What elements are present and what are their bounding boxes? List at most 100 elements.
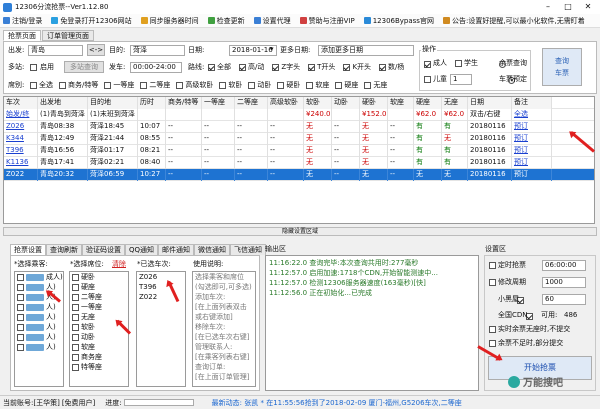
route-type-1[interactable]: 高/动	[239, 62, 264, 73]
no-seat-nosubmit-checkbox[interactable]	[489, 326, 496, 333]
passenger-item[interactable]: 人)	[15, 322, 63, 332]
settings-tab-2[interactable]: 验证码设置	[82, 244, 125, 255]
table-header[interactable]: 车次 出发地 目的地 历时 商务/特等 一等座 二等座 高级软卧 软卧 动卧 硬卧 软座 硬座 无座 日期备…	[4, 97, 594, 109]
settings-tab-3[interactable]: QQ通知	[125, 244, 159, 255]
depart-time-select[interactable]: 00:00-24:00	[130, 62, 182, 73]
settings-tab-6[interactable]: 飞信通知	[230, 244, 267, 255]
seat-type-checkbox[interactable]	[364, 81, 372, 89]
seat-choice-list[interactable]: 硬卧 硬座 二等座 一等座 无座 软卧 动卧 软座 商务座 特等座	[69, 271, 129, 387]
seat-type-checkbox[interactable]	[30, 81, 37, 89]
seat-type-10[interactable]: 无座	[364, 80, 387, 91]
seat-choice-item[interactable]: 硬卧	[70, 272, 128, 282]
passenger-item[interactable]: 人)	[15, 312, 63, 322]
route-type-checkbox[interactable]	[308, 63, 316, 71]
passenger-item[interactable]: 人)	[15, 332, 63, 342]
settings-tab-4[interactable]: 邮件通知	[158, 244, 195, 255]
settings-tab-1[interactable]: 查询刷新	[46, 244, 82, 255]
route-type-5[interactable]: 数/杨	[379, 62, 404, 73]
menu-item-2[interactable]: 同步服务器时间	[140, 16, 199, 26]
seat-choice-checkbox[interactable]	[72, 363, 79, 371]
menu-item-3[interactable]: 检查更新	[207, 16, 245, 26]
partial-submit-checkbox[interactable]	[489, 340, 496, 347]
seat-type-checkbox[interactable]	[335, 81, 343, 89]
table-row[interactable]: K1136 青岛17:41 菏泽02:21 08:40 -- -- -- -- 无 -- 无 -- 有有…	[4, 157, 594, 169]
selected-train-item[interactable]: T396	[137, 282, 185, 292]
route-type-checkbox[interactable]	[343, 63, 351, 71]
seat-type-checkbox[interactable]	[176, 81, 184, 89]
search-tickets-button[interactable]: 查询 车票	[542, 48, 582, 86]
seat-choice-checkbox[interactable]	[72, 343, 79, 351]
seat-type-checkbox[interactable]	[219, 81, 227, 89]
route-type-checkbox[interactable]	[208, 63, 215, 71]
adult-checkbox[interactable]	[424, 60, 431, 68]
seat-type-checkbox[interactable]	[104, 81, 112, 89]
settings-tab-0[interactable]: 抢票设置	[10, 244, 46, 255]
clear-seats-link[interactable]: 清除	[112, 259, 126, 270]
seat-choice-checkbox[interactable]	[72, 313, 79, 321]
menu-item-0[interactable]: 注销/登录	[3, 16, 42, 26]
minimize-button[interactable]: –	[538, 0, 558, 14]
menu-item-7[interactable]: 公告:设置好提醒,可以最小化软件,无需盯着	[442, 16, 585, 26]
timed-grab-checkbox[interactable]	[489, 262, 496, 269]
seat-type-checkbox[interactable]	[140, 81, 148, 89]
table-row[interactable]: T396 青岛16:56 菏泽01:17 08:21 -- -- -- -- 无 -- 无 -- 有有 2…	[4, 145, 594, 157]
passenger-checkbox[interactable]	[17, 343, 24, 351]
modify-cycle-input[interactable]: 1000	[542, 277, 586, 288]
to-station-input[interactable]: 菏泽	[130, 45, 185, 56]
seat-type-9[interactable]: 硬座	[335, 80, 358, 91]
child-count-select[interactable]: 1	[450, 74, 472, 85]
seat-type-checkbox[interactable]	[248, 81, 256, 89]
menu-item-4[interactable]: 设置代理	[253, 16, 291, 26]
seat-type-8[interactable]: 软座	[306, 80, 329, 91]
passenger-item[interactable]: 人)	[15, 302, 63, 312]
seat-choice-item[interactable]: 一等座	[70, 302, 128, 312]
passenger-checkbox[interactable]	[17, 273, 24, 281]
passenger-item[interactable]: 人)	[15, 342, 63, 352]
student-checkbox[interactable]	[455, 60, 462, 67]
seat-choice-item[interactable]: 商务座	[70, 352, 128, 362]
passenger-checkbox[interactable]	[17, 323, 24, 331]
route-type-checkbox[interactable]	[239, 63, 246, 71]
tab-order-management[interactable]: 订单管理页面	[42, 30, 94, 41]
seat-type-6[interactable]: 动卧	[248, 80, 271, 91]
multi-station-query-button[interactable]: 多站查询	[64, 61, 104, 73]
seat-choice-checkbox[interactable]	[72, 333, 79, 341]
route-type-0[interactable]: 全部	[208, 62, 231, 73]
table-row[interactable]: K344 青岛12:49 菏泽21:44 08:55 -- -- -- -- 无 -- 无 -- 有无 2…	[4, 133, 594, 145]
route-type-3[interactable]: T开头	[308, 62, 335, 73]
close-button[interactable]: ✕	[578, 0, 598, 14]
swap-stations-button[interactable]: <->	[87, 44, 105, 56]
seat-type-5[interactable]: 软卧	[219, 80, 242, 91]
tab-grab-tickets[interactable]: 抢票页面	[3, 30, 41, 41]
seat-choice-item[interactable]: 特等座	[70, 362, 128, 372]
seat-choice-checkbox[interactable]	[72, 353, 79, 361]
seat-choice-checkbox[interactable]	[72, 283, 79, 291]
passenger-checkbox[interactable]	[17, 333, 24, 341]
table-row[interactable]: Z026 青岛08:38 菏泽18:45 10:07 -- -- -- -- 无 -- 无 -- 有有 2…	[4, 121, 594, 133]
seat-choice-item[interactable]: 二等座	[70, 292, 128, 302]
seat-type-checkbox[interactable]	[306, 81, 314, 89]
maximize-button[interactable]: □	[558, 0, 578, 14]
seat-type-0[interactable]: 全选	[30, 80, 53, 91]
passenger-checkbox[interactable]	[17, 313, 24, 321]
route-type-4[interactable]: K开头	[343, 62, 371, 73]
calendar-dropdown-icon[interactable]: ▾	[270, 45, 274, 53]
table-row[interactable]: Z022 青岛20:32 菏泽06:59 10:27 -- -- -- -- 无 -- 无 -- 无无 2…	[4, 169, 594, 181]
add-more-dates-input[interactable]: 添加更多日期	[318, 45, 414, 56]
route-type-checkbox[interactable]	[379, 63, 387, 71]
seat-choice-item[interactable]: 软座	[70, 342, 128, 352]
seat-choice-checkbox[interactable]	[72, 303, 79, 311]
multi-station-checkbox[interactable]	[30, 64, 37, 71]
blackroom-input[interactable]: 60	[542, 294, 586, 305]
menu-item-1[interactable]: 免登录打开12306网站	[51, 16, 132, 26]
hide-settings-toggle[interactable]: 隐藏设置区域	[3, 227, 597, 236]
timed-grab-time-input[interactable]: 06:00:00	[542, 260, 586, 271]
seat-type-checkbox[interactable]	[59, 81, 66, 89]
passenger-item[interactable]: 人)	[15, 282, 63, 292]
passenger-checkbox[interactable]	[17, 303, 24, 311]
seat-type-checkbox[interactable]	[277, 81, 285, 89]
passenger-checkbox[interactable]	[17, 293, 24, 301]
passenger-item[interactable]: 成人)	[15, 272, 63, 282]
passenger-list[interactable]: 成人) 人) 人) 人) 人) 人) 人) 人)	[14, 271, 64, 387]
menu-item-6[interactable]: 12306Bypass官网	[363, 16, 434, 26]
